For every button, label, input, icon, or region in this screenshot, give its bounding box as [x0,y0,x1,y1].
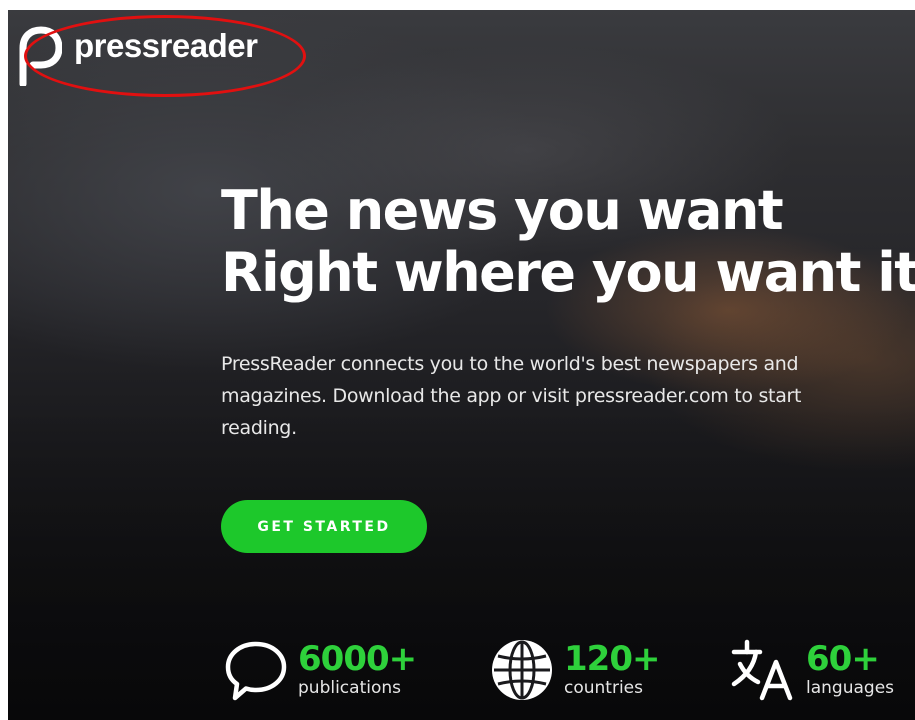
hero-headline: The news you want Right where you want i… [221,179,915,304]
brand-name: pressreader [74,27,258,64]
globe-icon [492,640,552,700]
translate-icon [731,639,793,701]
hero-section: pressreader The news you want Right wher… [8,10,915,720]
brand-logo[interactable]: pressreader [16,24,258,86]
stat-languages: 60+ languages [728,636,894,704]
headline-line-2: Right where you want it [221,241,915,304]
headline-line-1: The news you want [221,179,784,242]
get-started-button[interactable]: GET STARTED [221,500,427,553]
page: pressreader The news you want Right wher… [0,0,915,720]
hero-description: PressReader connects you to the world's … [221,353,802,439]
stat-value: 6000+ [298,639,417,679]
stats-bar: 6000+ publications 120+ countries 60+ la… [8,630,915,720]
stat-value: 120+ [564,639,660,679]
stat-label: publications [298,678,401,698]
stat-label: languages [806,678,895,698]
stat-publications: 6000+ publications [222,636,417,704]
pressreader-logo-icon [19,26,62,86]
stat-value: 60+ [806,639,880,679]
stat-label: countries [564,678,643,698]
stat-countries: 120+ countries [488,636,660,704]
speech-bubble-icon [225,641,287,701]
